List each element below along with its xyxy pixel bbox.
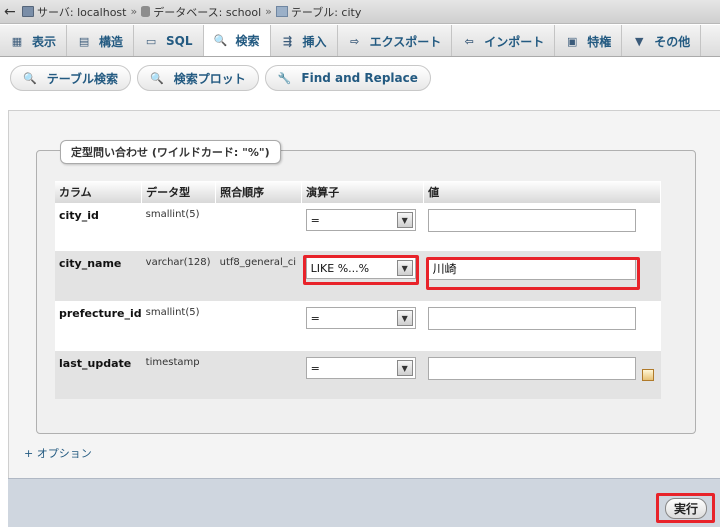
sql-icon: ▭ [145, 34, 157, 48]
browse-icon: ▦ [11, 34, 23, 48]
tab-label: 挿入 [302, 34, 327, 49]
tab-label: インポート [484, 34, 545, 49]
tab-more[interactable]: ▼ その他 [622, 25, 702, 56]
tab-label: その他 [654, 34, 691, 49]
value-input[interactable] [427, 357, 636, 380]
structure-icon: ▤ [78, 34, 90, 48]
search-subtabs: 🔍 テーブル検索 🔍 検索プロット 🔧 Find and Replace [0, 58, 720, 98]
row-collation: utf8_general_ci [215, 251, 302, 301]
tab-search[interactable]: 🔍 検索 [203, 25, 271, 56]
criteria-table: カラム データ型 照合順序 演算子 値 city_id smallint(5) … [55, 181, 661, 399]
operator-select[interactable]: = ▼ [305, 307, 416, 329]
back-arrow-icon[interactable]: ← [4, 4, 22, 20]
subtab-label: テーブル検索 [46, 71, 118, 86]
value-highlight [426, 257, 640, 290]
row-type: smallint(5) [141, 301, 216, 351]
row-value-cell [423, 351, 661, 399]
submit-button[interactable]: 実行 [665, 498, 707, 519]
breadcrumb-table[interactable]: テーブル: city [275, 4, 361, 20]
row-type: smallint(5) [141, 203, 216, 251]
tab-insert[interactable]: ⇶ 挿入 [271, 25, 338, 56]
operator-value: = [310, 213, 320, 227]
table-row: prefecture_id smallint(5) = ▼ [55, 301, 661, 351]
row-value-cell [423, 301, 661, 351]
tab-label: 検索 [235, 34, 260, 48]
table-row: city_id smallint(5) = ▼ [55, 203, 661, 251]
breadcrumb: ← サーバ: localhost » データベース: school » テーブル… [0, 0, 720, 24]
column-header-operator: 演算子 [301, 181, 425, 203]
row-column-name: city_id [55, 203, 142, 251]
database-icon [141, 6, 151, 17]
criteria-fieldset: 定型問い合わせ (ワイルドカード: "%") カラム データ型 照合順序 演算子… [36, 140, 696, 434]
subtab-find-replace[interactable]: 🔧 Find and Replace [264, 65, 431, 91]
row-operator-cell: = ▼ [301, 351, 424, 399]
subtab-label: 検索プロット [173, 71, 246, 86]
wrench-icon: 🔧 [277, 71, 292, 85]
form-footer [8, 478, 720, 527]
main-tabs: ▦ 表示 ▤ 構造 ▭ SQL 🔍 検索 ⇶ 挿入 ⇨ エクスポート ⇦ インポート ▣ 特権 … [0, 25, 720, 57]
search-icon: 🔍 [23, 71, 37, 85]
search-icon: 🔍 [213, 34, 228, 47]
fieldset-legend: 定型問い合わせ (ワイルドカード: "%") [60, 140, 281, 164]
breadcrumb-database-label[interactable]: データベース: school [153, 4, 261, 20]
row-collation [215, 301, 302, 351]
tab-label: エクスポート [369, 34, 442, 49]
privileges-icon: ▣ [567, 34, 578, 48]
row-operator-cell: = ▼ [301, 203, 424, 251]
value-input[interactable] [427, 209, 636, 232]
column-header-type: データ型 [141, 181, 217, 203]
operator-value: = [310, 361, 320, 375]
search-icon: 🔍 [149, 71, 164, 85]
row-column-name: city_name [55, 251, 142, 301]
value-input[interactable] [427, 307, 636, 330]
tab-browse[interactable]: ▦ 表示 [0, 25, 68, 56]
subtab-table-search[interactable]: 🔍 テーブル検索 [10, 65, 131, 91]
subtab-label: Find and Replace [301, 71, 418, 85]
operator-select[interactable]: = ▼ [305, 357, 416, 379]
chevron-down-icon[interactable]: ▼ [396, 360, 413, 376]
row-collation [215, 351, 302, 399]
row-column-name: prefecture_id [55, 301, 142, 351]
row-type: timestamp [141, 351, 216, 399]
breadcrumb-separator: » [130, 5, 138, 18]
operator-value: = [310, 311, 320, 325]
breadcrumb-separator: » [265, 5, 272, 18]
row-column-name: last_update [55, 351, 142, 399]
subtab-search-plot[interactable]: 🔍 検索プロット [136, 65, 259, 91]
calendar-icon[interactable] [642, 369, 654, 381]
chevron-down-icon: ▼ [635, 34, 644, 48]
tab-export[interactable]: ⇨ エクスポート [338, 25, 453, 56]
breadcrumb-database[interactable]: データベース: school [141, 4, 261, 20]
column-header-column: カラム [55, 181, 143, 203]
column-header-collation: 照合順序 [215, 181, 303, 203]
row-value-cell [423, 203, 661, 251]
tab-label: 特権 [587, 34, 612, 49]
table-row: last_update timestamp = ▼ [55, 351, 661, 399]
tab-import[interactable]: ⇦ インポート [452, 25, 556, 56]
row-collation [215, 203, 302, 251]
column-header-value: 値 [423, 181, 661, 203]
tab-privileges[interactable]: ▣ 特権 [555, 25, 623, 56]
chevron-down-icon[interactable]: ▼ [396, 212, 413, 228]
insert-icon: ⇶ [282, 34, 293, 48]
table-icon [275, 6, 288, 17]
export-icon: ⇨ [349, 34, 360, 48]
options-link[interactable]: + オプション [24, 445, 92, 461]
tab-structure[interactable]: ▤ 構造 [67, 25, 135, 56]
row-type: varchar(128) [141, 251, 216, 301]
row-operator-cell: = ▼ [301, 301, 424, 351]
chevron-down-icon[interactable]: ▼ [396, 310, 413, 326]
import-icon: ⇦ [464, 34, 474, 48]
tab-sql[interactable]: ▭ SQL [134, 25, 204, 56]
operator-highlight [303, 255, 419, 285]
server-icon [22, 6, 34, 17]
tab-label: 表示 [32, 34, 57, 49]
breadcrumb-table-label[interactable]: テーブル: city [291, 4, 361, 20]
tab-label: SQL [166, 34, 193, 48]
tab-label: 構造 [99, 34, 124, 49]
breadcrumb-server-label[interactable]: サーバ: localhost [37, 4, 126, 20]
operator-select[interactable]: = ▼ [305, 209, 416, 231]
breadcrumb-server[interactable]: サーバ: localhost [22, 4, 126, 20]
